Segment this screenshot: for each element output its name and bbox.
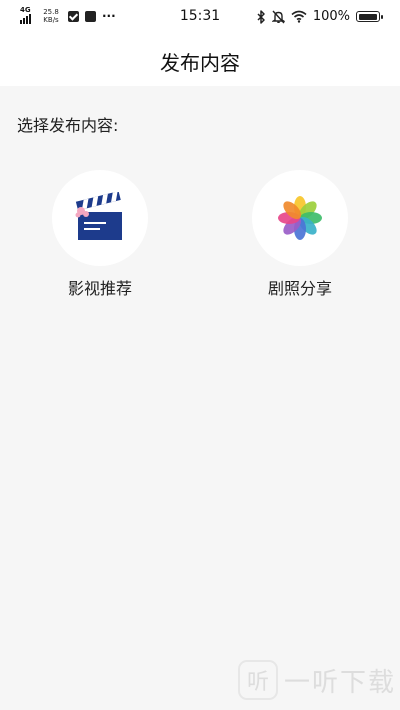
option-movie-recommendation[interactable]: 影视推荐 (40, 170, 160, 299)
nav-bar: 发布内容 (0, 34, 400, 86)
option-label: 剧照分享 (267, 279, 332, 298)
select-content-label: 选择发布内容: (17, 116, 119, 135)
clapperboard-icon (75, 192, 122, 240)
option-icon-circle[interactable] (252, 170, 348, 266)
mute-bell-icon (271, 10, 285, 23)
option-label: 影视推荐 (67, 279, 132, 298)
option-still-photo-sharing[interactable]: 剧照分享 (240, 170, 360, 299)
option-icon-circle[interactable] (52, 170, 148, 266)
page-title: 发布内容 (160, 51, 240, 75)
battery-fill (358, 13, 377, 20)
photos-flower-icon (278, 196, 322, 240)
wifi-icon (291, 10, 307, 23)
watermark-logo: 听 (238, 660, 278, 700)
battery-percent: 100% (312, 9, 350, 24)
watermark-text: 一听下载 (284, 667, 397, 698)
battery-icon (356, 11, 383, 22)
status-bar: 4G 25.8 KB/s ··· 15:31 100% (0, 0, 400, 34)
status-right: 100% (257, 9, 383, 24)
watermark: 听 一听下载 (238, 660, 396, 700)
bluetooth-icon (257, 9, 265, 24)
